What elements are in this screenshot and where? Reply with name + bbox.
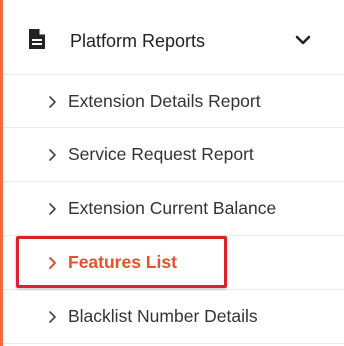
chevron-right-icon <box>47 310 57 324</box>
menu-item-extension-current-balance[interactable]: Extension Current Balance <box>3 182 344 236</box>
chevron-down-icon[interactable] <box>295 33 311 45</box>
platform-reports-title: Platform Reports <box>70 31 206 51</box>
menu-item-label: Service Request Report <box>68 144 254 164</box>
chevron-right-icon <box>47 256 57 270</box>
menu-item-label: Blacklist Number Details <box>68 306 258 326</box>
menu-item-label: Extension Details Report <box>68 91 261 111</box>
document-icon <box>28 28 46 50</box>
menu-item-features-list[interactable]: Features List <box>3 236 344 290</box>
chevron-right-icon <box>47 95 57 109</box>
menu-item-label: Extension Current Balance <box>68 198 277 218</box>
menu-item-extension-details-report[interactable]: Extension Details Report <box>3 74 344 128</box>
chevron-right-icon <box>47 148 57 162</box>
platform-reports-menu: Platform Reports Extension Details Repor… <box>3 0 344 346</box>
platform-reports-header[interactable]: Platform Reports <box>3 14 344 70</box>
menu-item-blacklist-number-details[interactable]: Blacklist Number Details <box>3 290 344 344</box>
report-list: Extension Details Report Service Request… <box>3 74 344 344</box>
chevron-right-icon <box>47 202 57 216</box>
menu-item-label: Features List <box>68 252 177 272</box>
menu-item-service-request-report[interactable]: Service Request Report <box>3 128 344 182</box>
